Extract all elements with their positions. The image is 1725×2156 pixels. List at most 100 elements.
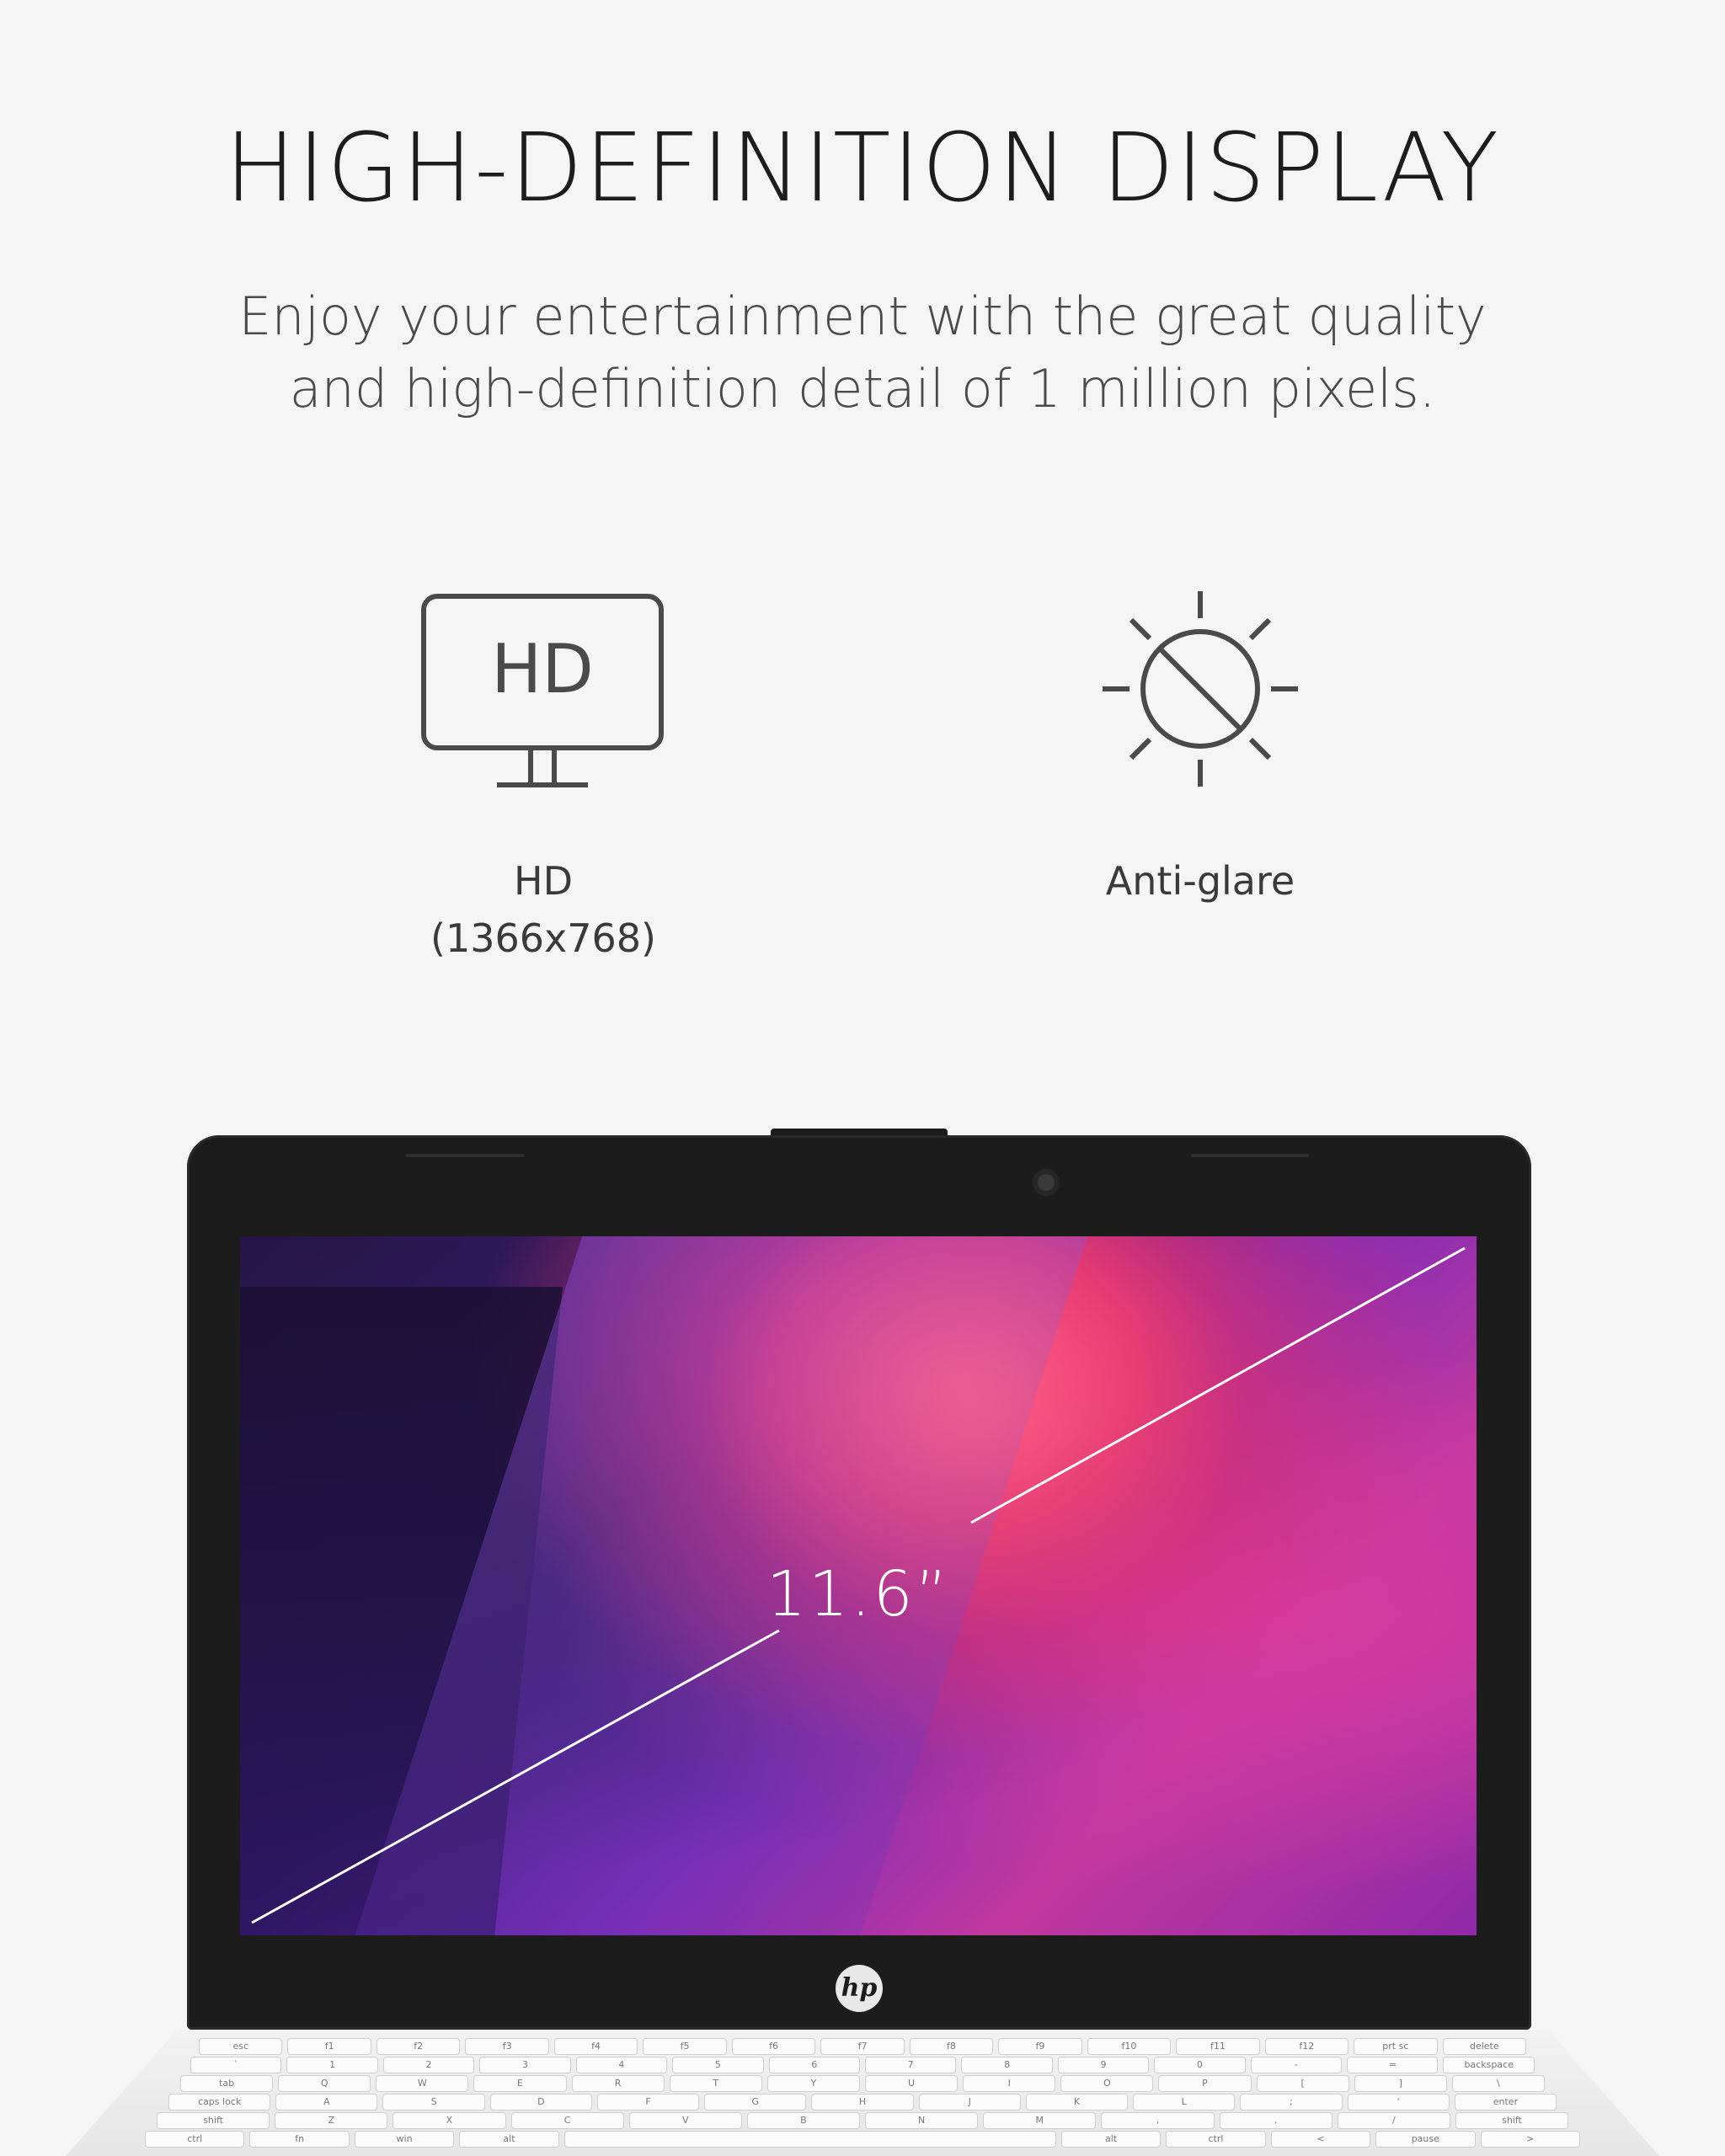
keyboard-key: X [393, 2112, 506, 2129]
laptop-image: 11.6” hp esc f1 f2 f3 f4 f5 f6 f7 f8 f9 f10 f11 f12 p… [0, 1120, 1725, 2156]
keyboard-key: D [489, 2094, 592, 2111]
keyboard-key: prt sc [1354, 2038, 1438, 2055]
page-title: HIGH-DEFINITION DISPLAY [224, 114, 1501, 223]
keyboard-key: H [811, 2094, 914, 2111]
keyboard-key: f10 [1087, 2038, 1172, 2055]
diagonal-line-upper [970, 1246, 1466, 1524]
keyboard-key: A [275, 2094, 378, 2111]
keyboard-key: caps lock [168, 2094, 271, 2111]
feature-hd-label-line-1: HD [513, 858, 573, 904]
keyboard-key: Q [278, 2075, 371, 2092]
keyboard-key: tab [180, 2075, 274, 2092]
subtitle-line-1: Enjoy your entertainment with the great … [238, 286, 1487, 347]
feature-anti-glare-label-line-1: Anti-glare [1105, 858, 1295, 904]
keyboard-key: ctrl [145, 2131, 245, 2148]
feature-anti-glare: Anti-glare [1032, 590, 1369, 904]
keyboard-row: tab Q W E R T Y U I O P[] \ [180, 2075, 1545, 2092]
keyboard-key: R [571, 2075, 665, 2092]
keyboard-key: M [983, 2112, 1097, 2129]
keyboard-key: 6 [768, 2057, 860, 2073]
keyboard-key: f7 [820, 2038, 905, 2055]
keyboard-row: caps lock A S D F G H J K L; ' enter [168, 2094, 1557, 2111]
keyboard-key: 4 [575, 2057, 668, 2073]
keyboard-row: esc f1 f2 f3 f4 f5 f6 f7 f8 f9 f10 f11 f12 prt sc dele… [199, 2038, 1527, 2055]
keyboard-key: I [963, 2075, 1056, 2092]
keyboard-key: delete [1442, 2038, 1527, 2055]
keyboard-key: 5 [672, 2057, 764, 2073]
keyboard-key: K [1025, 2094, 1129, 2111]
keyboard-key: alt [459, 2131, 559, 2148]
keyboard-key: 1 [286, 2057, 378, 2073]
keyboard-key: alt [1060, 2131, 1162, 2148]
keyboard-key: G [704, 2094, 807, 2111]
keyboard-key: O [1060, 2075, 1154, 2092]
diagonal-line-lower [251, 1629, 780, 1924]
hd-icon-text: HD [491, 630, 594, 708]
keyboard-key: win [354, 2131, 455, 2148]
product-feature-page: HIGH-DEFINITION DISPLAY Enjoy your enter… [0, 0, 1725, 2156]
keyboard-key: J [918, 2094, 1021, 2111]
webcam-icon [1033, 1169, 1060, 1196]
keyboard-key: 9 [1057, 2057, 1150, 2073]
keyboard-key: enter [1454, 2094, 1557, 2111]
keyboard-key: N [865, 2112, 979, 2129]
keyboard-key: f9 [998, 2038, 1082, 2055]
keyboard-key: 8 [961, 2057, 1053, 2073]
keyboard-key: backspace [1443, 2057, 1535, 2073]
keyboard-key: esc [199, 2038, 283, 2055]
feature-anti-glare-label: Anti-glare [1032, 852, 1369, 910]
hd-monitor-icon: HD [421, 594, 664, 787]
keyboard-row: ` 1 2 3 4 5 6 7 8 9 0- = backspace [190, 2057, 1535, 2073]
keyboard-key: F [596, 2094, 700, 2111]
keyboard-key: f2 [376, 2038, 461, 2055]
subtitle-line-2: and high-definition detail of 1 million … [289, 358, 1436, 419]
keyboard-key: ] [1354, 2075, 1447, 2092]
keyboard-key: f12 [1264, 2038, 1349, 2055]
anti-glare-sun-icon [1103, 591, 1298, 787]
keyboard-key: < [1270, 2131, 1371, 2148]
keyboard-key: C [510, 2112, 624, 2129]
keyboard-key: shift [157, 2112, 270, 2129]
keyboard-key: = [1347, 2057, 1439, 2073]
keyboard-key: Z [275, 2112, 388, 2129]
keyboard-key: 7 [864, 2057, 957, 2073]
keyboard-key: U [864, 2075, 959, 2092]
keyboard-key: P [1158, 2075, 1252, 2092]
keyboard-key: f6 [731, 2038, 816, 2055]
keyboard-key: 0 [1154, 2057, 1246, 2073]
keyboard-key: fn [249, 2131, 350, 2148]
keyboard-key: S [382, 2094, 485, 2111]
keyboard-key: f11 [1176, 2038, 1260, 2055]
keyboard-row: shift Z X C V B N M,. / shift [157, 2112, 1569, 2129]
keyboard-key: ctrl [1166, 2131, 1266, 2148]
keyboard-key: W [376, 2075, 469, 2092]
keyboard-key: ; [1240, 2094, 1343, 2111]
keyboard-key: f4 [553, 2038, 638, 2055]
hp-logo: hp [836, 1965, 883, 2012]
keyboard-key: E [473, 2075, 567, 2092]
keyboard-key: / [1337, 2112, 1450, 2129]
keyboard-key: f1 [287, 2038, 371, 2055]
feature-hd-label: HD (1366x768) [375, 852, 712, 967]
keyboard-key: 2 [382, 2057, 475, 2073]
keyboard-key: ' [1347, 2094, 1450, 2111]
page-subtitle: Enjoy your entertainment with the great … [189, 280, 1536, 425]
keyboard-key: f5 [643, 2038, 727, 2055]
keyboard-key: L [1133, 2094, 1236, 2111]
feature-hd-label-line-2: (1366x768) [430, 915, 656, 961]
keyboard-key: shift [1455, 2112, 1569, 2129]
keyboard-row: ctrl fn win alt alt ctrl < pause > [145, 2131, 1580, 2148]
keyboard-key: ` [190, 2057, 282, 2073]
feature-hd: HD HD (1366x768) [375, 590, 712, 961]
laptop-bezel: 11.6” hp [187, 1135, 1531, 2030]
keyboard-key: T [669, 2075, 762, 2092]
keyboard-key [563, 2131, 1056, 2148]
keyboard-key: Y [766, 2075, 860, 2092]
keyboard-key: - [1250, 2057, 1343, 2073]
keyboard-key: pause [1375, 2131, 1476, 2148]
screen-size-label: 11.6” [766, 1558, 951, 1630]
laptop-screen: 11.6” [240, 1236, 1477, 1935]
keyboard-key: B [746, 2112, 861, 2129]
keyboard-key: V [628, 2112, 742, 2129]
keyboard-key: , [1101, 2112, 1215, 2129]
